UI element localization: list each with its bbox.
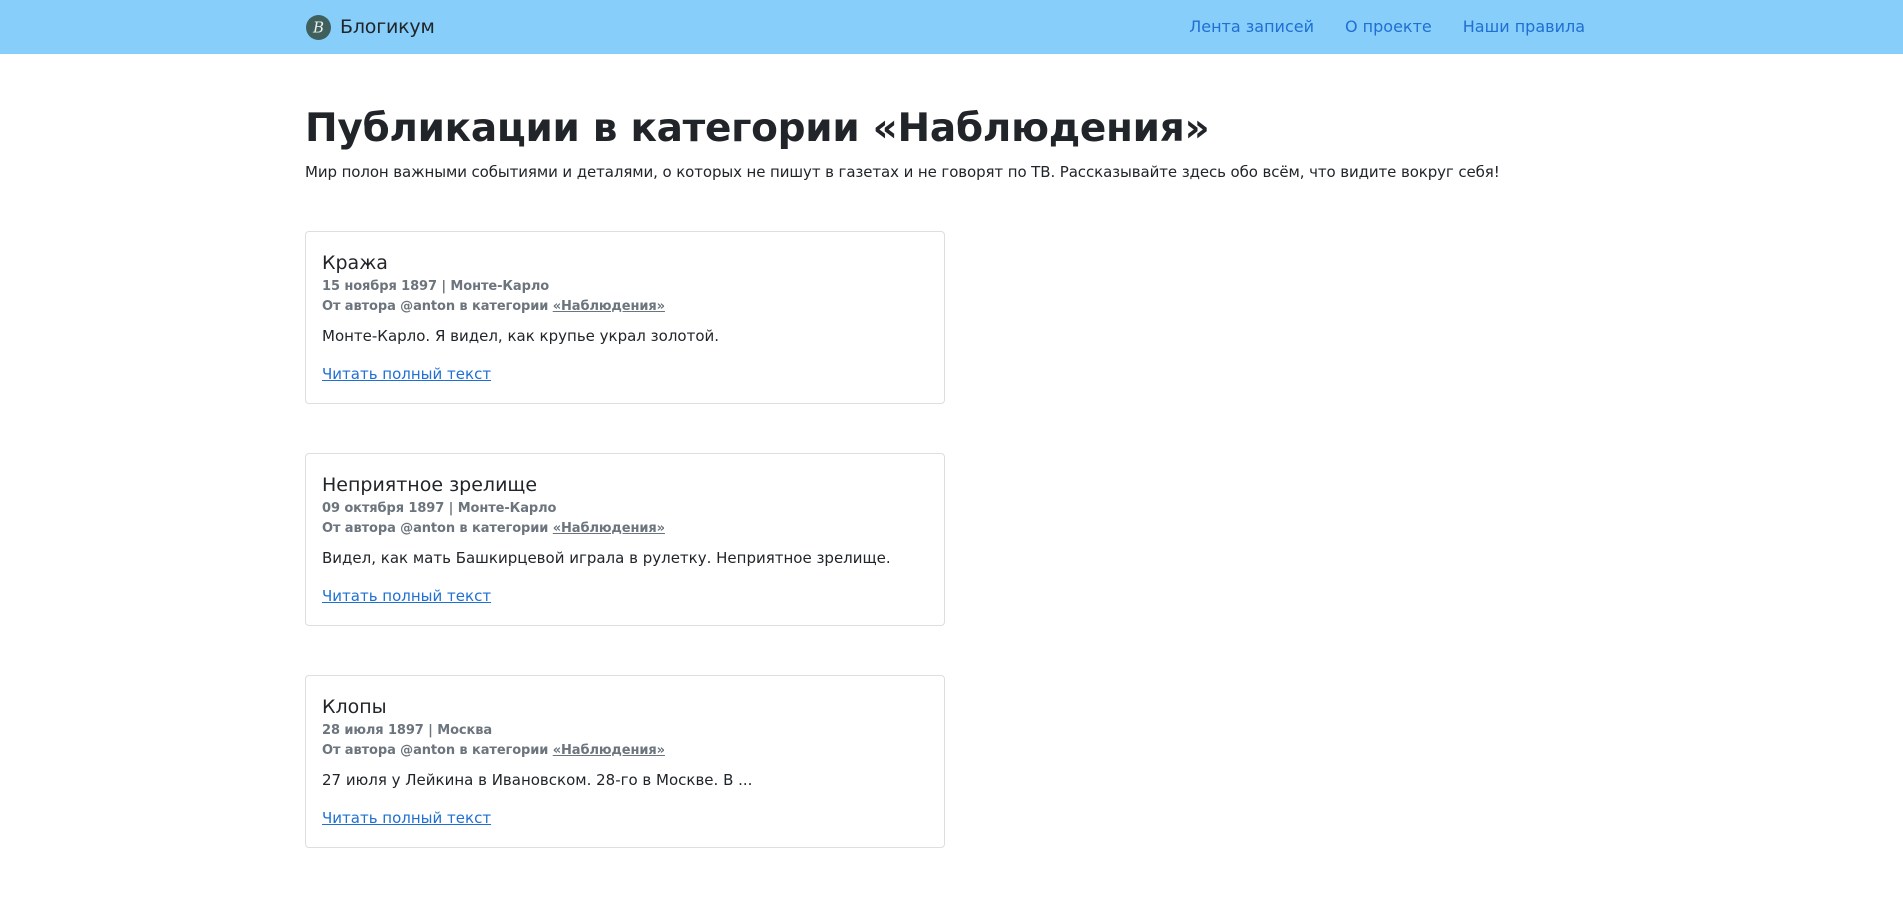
post-list: Кража 15 ноября 1897 | Монте-Карло От ав…	[305, 231, 945, 897]
post-author-line: От автора @anton в категории «Наблюдения…	[322, 297, 928, 317]
post-card: Неприятное зрелище 09 октября 1897 | Мон…	[305, 453, 945, 626]
post-excerpt: 27 июля у Лейкина в Ивановском. 28-го в …	[322, 771, 753, 789]
read-more-link[interactable]: Читать полный текст	[322, 586, 491, 606]
post-author: От автора @anton в категории	[322, 521, 553, 536]
post-category-link[interactable]: «Наблюдения»	[553, 521, 665, 536]
post-date-location: 09 октября 1897 | Монте-Карло	[322, 501, 557, 516]
post-author: От автора @anton в категории	[322, 299, 553, 314]
post-date-location: 15 ноября 1897 | Монте-Карло	[322, 279, 550, 294]
nav-link-rules[interactable]: Наши правила	[1463, 17, 1585, 37]
post-author-line: От автора @anton в категории «Наблюдения…	[322, 741, 928, 761]
nav-link-about[interactable]: О проекте	[1345, 17, 1432, 37]
post-date-location: 28 июля 1897 | Москва	[322, 723, 493, 738]
page-title: Публикации в категории «Наблюдения»	[305, 106, 1210, 151]
category-description: Мир полон важными событиями и деталями, …	[305, 163, 1500, 181]
post-category-link[interactable]: «Наблюдения»	[553, 743, 665, 758]
main-nav: Лента записей О проекте Наши правила	[1158, 17, 1585, 37]
post-excerpt: Монте-Карло. Я видел, как крупье украл з…	[322, 327, 720, 345]
post-title: Клопы	[322, 696, 387, 718]
read-more-link[interactable]: Читать полный текст	[322, 808, 491, 828]
post-category-link[interactable]: «Наблюдения»	[553, 299, 665, 314]
post-card: Клопы 28 июля 1897 | Москва От автора @a…	[305, 675, 945, 848]
post-title: Неприятное зрелище	[322, 474, 538, 496]
post-author-line: От автора @anton в категории «Наблюдения…	[322, 519, 928, 539]
brand-link[interactable]: B Блогикум	[306, 14, 435, 40]
post-author: От автора @anton в категории	[322, 743, 553, 758]
brand-name: Блогикум	[340, 16, 435, 38]
read-more-link[interactable]: Читать полный текст	[322, 364, 491, 384]
svg-text:B: B	[312, 18, 324, 36]
nav-link-feed[interactable]: Лента записей	[1189, 17, 1314, 37]
post-title: Кража	[322, 252, 388, 274]
post-card: Кража 15 ноября 1897 | Монте-Карло От ав…	[305, 231, 945, 404]
post-excerpt: Видел, как мать Башкирцевой играла в рул…	[322, 549, 891, 567]
top-navbar: B Блогикум Лента записей О проекте Наши …	[0, 0, 1903, 54]
blogicum-logo-icon: B	[306, 14, 331, 40]
